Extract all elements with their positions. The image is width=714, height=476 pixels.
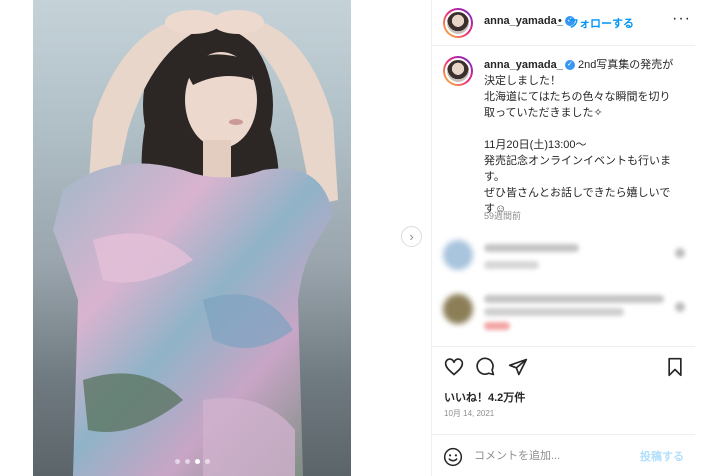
caption-line: 発売記念オンラインイベントも行いま <box>484 155 671 167</box>
like-count[interactable]: いいね！4.2万件 <box>444 389 525 405</box>
commenter-avatar <box>443 294 473 324</box>
post-caption: anna_yamada_ ✓ 2nd写真集の発売が 決定しました！ 北海道にてはた… <box>484 57 684 217</box>
more-options-icon[interactable]: ··· <box>672 10 691 28</box>
paper-plane-icon[interactable] <box>508 357 528 377</box>
photo-illustration <box>53 10 338 476</box>
comment-input[interactable] <box>474 447 644 465</box>
comment-like-icon <box>675 248 685 258</box>
post-date: 10月 14, 2021 <box>444 409 495 418</box>
comment-text-blurred <box>484 295 664 303</box>
carousel-dot <box>184 459 190 464</box>
post-header: anna_yamada_ ✓ • フォローする ··· <box>432 0 695 46</box>
post-actions <box>432 346 695 386</box>
comment-emoji-blurred <box>484 322 510 330</box>
carousel-dot <box>174 459 180 464</box>
caption-line: 11月20日(土)13:00〜 <box>484 139 587 151</box>
carousel-dot-active <box>194 459 200 464</box>
caption-line: 2nd写真集の発売が <box>577 59 674 71</box>
smiley-icon[interactable] <box>443 447 463 467</box>
comment-item-blurred <box>432 236 695 284</box>
caption-line: 決定しました！ <box>484 75 561 87</box>
bookmark-icon[interactable] <box>666 357 684 377</box>
caption-username[interactable]: anna_yamada_ <box>484 59 563 71</box>
separator-dot: • <box>558 15 562 27</box>
comment-icon[interactable] <box>475 357 495 377</box>
comment-text-blurred <box>484 244 579 252</box>
follow-button[interactable]: フォローする <box>568 15 634 31</box>
comment-meta-blurred <box>484 261 539 269</box>
comment-text-blurred <box>484 308 624 316</box>
avatar[interactable] <box>443 8 473 38</box>
heart-icon[interactable] <box>444 357 464 377</box>
carousel-dots <box>33 459 351 464</box>
caption-line: す。 <box>484 171 505 183</box>
post-time-ago: 59週間前 <box>484 211 522 221</box>
caption-line: 北海道にてはたちの色々な瞬間を切り <box>484 91 671 103</box>
post-side-panel: anna_yamada_ ✓ • フォローする ··· anna_yamada_ ✓… <box>431 0 695 476</box>
post-photo[interactable] <box>33 0 351 476</box>
caption-avatar[interactable] <box>443 56 473 86</box>
commenter-avatar <box>443 240 473 270</box>
add-comment-bar: 投稿する <box>432 434 695 476</box>
caption-line: ぜひ皆さんとお話しできたら嬉しいで <box>484 187 671 199</box>
caption-line: 取っていただきました✧ <box>484 107 603 119</box>
chevron-right-icon[interactable]: › <box>401 226 422 247</box>
post-comment-button[interactable]: 投稿する <box>640 448 684 464</box>
verified-badge-icon: ✓ <box>564 60 575 71</box>
comment-item-blurred <box>432 290 695 338</box>
carousel-dot <box>204 459 210 464</box>
username-text[interactable]: anna_yamada_ <box>484 15 563 27</box>
comment-like-icon <box>675 302 685 312</box>
